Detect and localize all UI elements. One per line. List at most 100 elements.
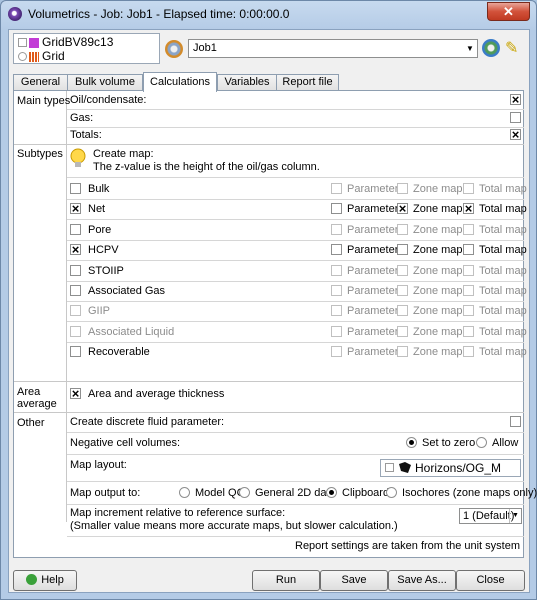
tab-calculations[interactable]: Calculations [143,72,217,92]
grid-item-1[interactable]: GridBV89c13 [18,35,113,49]
help-button[interactable]: Help [13,570,77,591]
gas-checkbox[interactable] [510,112,521,123]
parameter-checkbox[interactable] [331,203,342,214]
increment-select[interactable]: 1 (Default) ▼ [459,508,522,524]
save-as-button[interactable]: Save As... [388,570,456,591]
parameter-label: Parameter [347,346,399,358]
subtype-checkbox[interactable] [70,346,81,357]
discrete-fluid-checkbox[interactable] [510,416,521,427]
parameter-checkbox[interactable] [331,244,342,255]
subtype-checkbox[interactable] [70,265,81,276]
zone-map-checkbox[interactable] [397,265,408,276]
section-divider [14,412,524,413]
info-title: Create map: [93,148,154,160]
model-qc-radio[interactable] [179,487,190,498]
parameter-checkbox[interactable] [331,346,342,357]
grid-icon [29,51,39,62]
grid-item-2-radio[interactable] [18,52,27,62]
run-button[interactable]: Run [252,570,320,591]
clipboard-radio[interactable] [326,487,337,498]
divider [67,454,524,455]
total-map-checkbox[interactable] [463,305,474,316]
totals-label: Totals: [70,129,102,141]
close-button[interactable]: Close [456,570,525,591]
subtype-checkbox[interactable]: × [70,243,81,256]
isochores-label: Isochores (zone maps only) [402,487,537,499]
total-map-label: Total map [479,183,527,195]
parameter-checkbox[interactable] [331,326,342,337]
zone-map-checkbox[interactable]: × [397,202,408,215]
help-button-label: Help [41,574,64,586]
total-map-label: Total map [479,224,527,236]
total-map-checkbox[interactable] [463,326,474,337]
model-qc-label: Model QC [195,487,245,499]
zone-map-checkbox[interactable] [397,305,408,316]
allow-radio[interactable] [476,437,487,448]
subtype-checkbox[interactable] [70,305,81,316]
title-bar: Volumetrics - Job: Job1 - Elapsed time: … [1,1,536,29]
zone-map-checkbox[interactable] [397,183,408,194]
tab-variables[interactable]: Variables [217,74,277,91]
isochores-radio[interactable] [386,487,397,498]
totals-checkbox[interactable]: × [510,128,521,141]
subtype-checkbox[interactable] [70,183,81,194]
map-layout-field[interactable]: Horizons/OG_M [380,459,521,477]
total-map-checkbox[interactable] [463,224,474,235]
job-settings-icon[interactable] [482,39,500,57]
zone-map-checkbox[interactable] [397,285,408,296]
zone-map-label: Zone map [413,305,463,317]
chevron-down-icon[interactable]: ▼ [509,509,521,523]
grid-item-2[interactable]: Grid [18,49,65,63]
divider [67,177,524,178]
total-map-checkbox[interactable] [463,346,474,357]
negative-volumes-label: Negative cell volumes: [70,437,181,449]
area-average-checkbox[interactable]: × [70,387,81,400]
settings-gear-icon[interactable] [165,40,183,58]
parameter-checkbox[interactable] [331,224,342,235]
map-layout-checkbox[interactable] [385,463,394,472]
grid-item-1-checkbox[interactable] [18,38,27,48]
window-close-button[interactable]: ✕ [487,2,530,21]
app-icon [8,7,22,21]
parameter-checkbox[interactable] [331,265,342,276]
job-select[interactable]: Job1 ▼ [188,39,478,58]
subtype-label: Associated Liquid [88,326,175,338]
tab-report-file[interactable]: Report file [276,74,339,91]
total-map-checkbox[interactable] [463,285,474,296]
subtype-checkbox[interactable]: × [70,202,81,215]
tab-bulk-volume[interactable]: Bulk volume [67,74,143,91]
job-select-value: Job1 [193,42,217,54]
parameter-label: Parameter [347,305,399,317]
divider [67,219,524,220]
total-map-checkbox[interactable] [463,265,474,276]
parameter-checkbox[interactable] [331,285,342,296]
zone-map-checkbox[interactable] [397,326,408,337]
input-grid-box[interactable]: GridBV89c13 Grid [13,33,160,64]
set-to-zero-radio[interactable] [406,437,417,448]
total-map-checkbox[interactable]: × [463,202,474,215]
zone-map-label: Zone map [413,265,463,277]
zone-map-checkbox[interactable] [397,244,408,255]
save-button[interactable]: Save [320,570,388,591]
edit-pencil-icon[interactable]: ✎ [505,38,525,58]
chevron-down-icon[interactable]: ▼ [463,40,477,57]
subtype-checkbox[interactable] [70,326,81,337]
parameter-label: Parameter [347,326,399,338]
total-map-label: Total map [479,346,527,358]
zone-map-checkbox[interactable] [397,224,408,235]
total-map-checkbox[interactable] [463,244,474,255]
zone-map-label: Zone map [413,224,463,236]
divider [67,109,524,110]
zone-map-checkbox[interactable] [397,346,408,357]
general-2d-radio[interactable] [239,487,250,498]
total-map-checkbox[interactable] [463,183,474,194]
parameter-checkbox[interactable] [331,305,342,316]
oil-condensate-checkbox[interactable]: × [510,93,521,106]
divider [67,260,524,261]
map-output-label: Map output to: [70,487,141,499]
subtype-checkbox[interactable] [70,285,81,296]
subtype-label: Recoverable [88,346,150,358]
parameter-checkbox[interactable] [331,183,342,194]
subtype-checkbox[interactable] [70,224,81,235]
tab-general[interactable]: General [13,74,68,91]
